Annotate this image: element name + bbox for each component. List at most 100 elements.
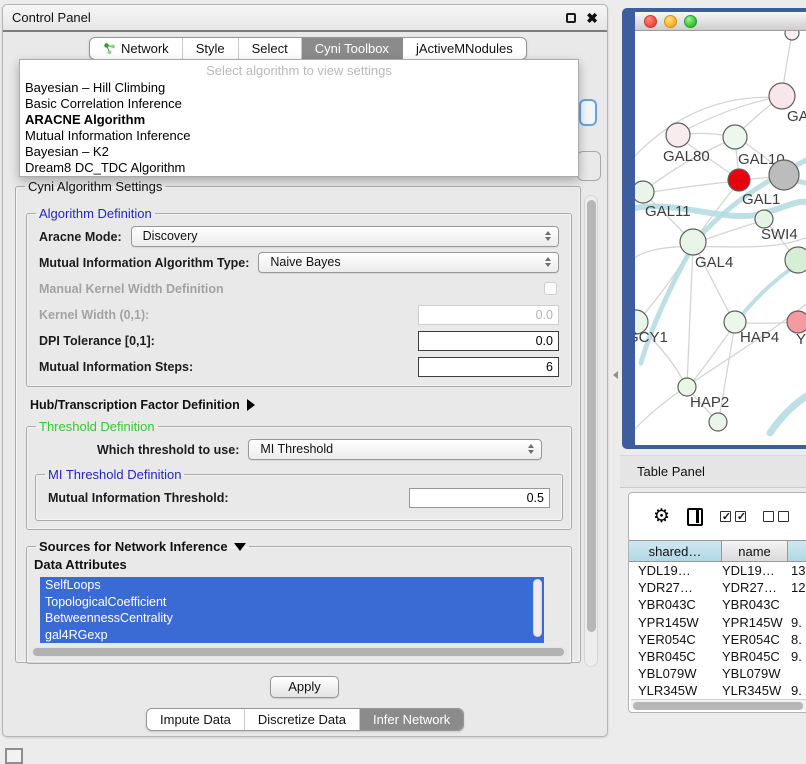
network-node-label: GAL1 xyxy=(742,191,780,208)
which-threshold-select[interactable]: MI Threshold xyxy=(248,439,542,460)
table-cell: 9. xyxy=(788,614,806,631)
network-node[interactable] xyxy=(709,413,727,431)
column-header-name[interactable]: name xyxy=(722,541,788,561)
control-panel-title: Control Panel xyxy=(12,10,91,25)
table-row[interactable]: YBR045CYBR045C9. xyxy=(629,648,806,665)
network-node-gal4[interactable] xyxy=(680,229,706,255)
network-window-titlebar xyxy=(635,12,806,31)
table-row[interactable]: YDL19…YDL19…13 xyxy=(629,562,806,579)
table-cell: YBR043C xyxy=(722,596,788,613)
network-node-label: GAL xyxy=(787,108,806,125)
dropdown-item[interactable]: Bayesian – K2 xyxy=(20,144,578,160)
tab-infer-network[interactable]: Infer Network xyxy=(360,709,463,730)
aracne-mode-label: Aracne Mode: xyxy=(39,230,122,244)
zoom-traffic-light-icon[interactable] xyxy=(684,15,697,28)
collapse-down-icon xyxy=(234,543,246,551)
tab-style[interactable]: Style xyxy=(183,38,239,59)
network-edge xyxy=(690,324,735,385)
cyni-algorithm-settings-group: Cyni Algorithm Settings Algorithm Defini… xyxy=(15,179,581,663)
tab-impute-data[interactable]: Impute Data xyxy=(147,709,245,730)
network-node-gal1[interactable] xyxy=(728,169,750,191)
attribute-list-item[interactable]: SelfLoops xyxy=(40,577,544,594)
minimize-traffic-light-icon[interactable] xyxy=(664,15,677,28)
table-cell: YDR27… xyxy=(722,579,788,596)
table-row[interactable]: YER054CYER054C8. xyxy=(629,631,806,648)
select-all-columns-icon[interactable] xyxy=(720,511,746,522)
network-node[interactable] xyxy=(785,247,806,273)
data-attributes-list[interactable]: SelfLoopsTopologicalCoefficientBetweenne… xyxy=(40,577,544,643)
attribute-list-item[interactable]: gal4RGexp xyxy=(40,627,544,644)
table-cell: 12 xyxy=(788,579,806,596)
settings-scrollbar[interactable] xyxy=(584,195,598,667)
attribute-list-item[interactable]: BetweennessCentrality xyxy=(40,610,544,627)
float-window-icon[interactable] xyxy=(566,13,576,23)
algorithm-definition-group: Algorithm Definition Aracne Mode: Discov… xyxy=(26,206,572,387)
dropdown-placeholder: Select algorithm to view settings xyxy=(20,60,578,80)
mi-steps-field[interactable]: 6 xyxy=(418,357,559,377)
tab-jactivemnodules[interactable]: jActiveMNodules xyxy=(403,38,526,59)
sources-group-title[interactable]: Sources for Network Inference xyxy=(36,539,249,554)
mi-threshold-label: Mutual Information Threshold: xyxy=(48,491,229,505)
dropdown-item[interactable]: Mutual Information Inference xyxy=(20,128,578,144)
control-panel-titlebar: Control Panel ✖ xyxy=(3,5,607,32)
table-row[interactable]: YPR145WYPR145W9. xyxy=(629,614,806,631)
aracne-mode-select[interactable]: Discovery xyxy=(131,226,559,247)
apply-button[interactable]: Apply xyxy=(270,676,339,698)
tab-label: Cyni Toolbox xyxy=(315,41,389,56)
network-node-y[interactable] xyxy=(787,311,806,333)
network-icon xyxy=(103,42,116,55)
dropdown-item[interactable]: Dream8 DC_TDC Algorithm xyxy=(20,160,578,176)
hub-definition-label: Hub/Transcription Factor Definition xyxy=(30,398,240,412)
network-node[interactable] xyxy=(769,160,799,190)
list-vertical-scrollbar[interactable] xyxy=(533,579,542,637)
table-row[interactable]: YBL079WYBL079W xyxy=(629,665,806,682)
sources-title-text: Sources for Network Inference xyxy=(39,539,228,554)
focused-combo-fragment xyxy=(579,99,597,126)
dpi-tolerance-field[interactable]: 0.0 xyxy=(418,331,559,351)
tab-select[interactable]: Select xyxy=(239,38,302,59)
mi-threshold-field[interactable]: 0.5 xyxy=(409,488,550,508)
stepper-arrows-icon xyxy=(528,444,534,454)
groupbox-fragment xyxy=(577,151,601,181)
tab-network[interactable]: Network xyxy=(90,38,183,59)
network-node-label: Y xyxy=(796,331,806,348)
dropdown-item[interactable]: Bayesian – Hill Climbing xyxy=(20,80,578,96)
hub-definition-toggle[interactable]: Hub/Transcription Factor Definition xyxy=(30,398,580,412)
tab-cyni-toolbox[interactable]: Cyni Toolbox xyxy=(302,38,403,59)
close-icon[interactable]: ✖ xyxy=(586,13,598,23)
table-horizontal-scrollbar[interactable] xyxy=(631,699,806,710)
mi-type-label: Mutual Information Algorithm Type: xyxy=(39,256,249,270)
manual-kernel-checkbox[interactable] xyxy=(544,282,557,295)
list-horizontal-scrollbar[interactable] xyxy=(32,647,568,657)
table-cell: 9. xyxy=(788,648,806,665)
table-cell: YPR145W xyxy=(722,614,788,631)
mi-type-value: Naive Bayes xyxy=(270,255,340,269)
mi-type-select[interactable]: Naive Bayes xyxy=(258,252,559,273)
gear-icon[interactable]: ⚙ xyxy=(653,507,670,526)
network-canvas[interactable]: GALGAL80GAL10GAL1GAL11SWI4GAL4GCY1HAP4YH… xyxy=(635,31,806,444)
column-header-partial[interactable] xyxy=(788,541,806,561)
table-cell: YLR345W xyxy=(722,682,788,699)
split-pane-handle-icon[interactable] xyxy=(613,371,618,379)
network-node[interactable] xyxy=(785,31,799,40)
column-browser-icon[interactable] xyxy=(687,508,703,526)
unselect-all-columns-icon[interactable] xyxy=(763,511,789,522)
dropdown-item[interactable]: Basic Correlation Inference xyxy=(20,96,578,112)
table-row[interactable]: YBR043CYBR043C xyxy=(629,596,806,613)
dropdown-item[interactable]: ARACNE Algorithm xyxy=(20,112,578,128)
cyni-algorithm-settings-title: Cyni Algorithm Settings xyxy=(25,179,165,194)
tab-discretize-data[interactable]: Discretize Data xyxy=(245,709,360,730)
table-cell: YDL19… xyxy=(629,562,722,579)
network-node-gal80[interactable] xyxy=(666,123,690,147)
column-header-shared-name[interactable]: shared… xyxy=(629,541,722,561)
table-row[interactable]: YDR27…YDR27…12 xyxy=(629,579,806,596)
network-node-label: HAP4 xyxy=(740,329,779,346)
close-traffic-light-icon[interactable] xyxy=(644,15,657,28)
network-node-gal11[interactable] xyxy=(635,181,654,203)
network-node-gal10[interactable] xyxy=(723,125,747,149)
attribute-list-item[interactable]: TopologicalCoefficient xyxy=(40,594,544,611)
table-row[interactable]: YLR345WYLR345W9. xyxy=(629,682,806,699)
mi-threshold-group-title: MI Threshold Definition xyxy=(45,467,184,482)
network-node-gal[interactable] xyxy=(769,83,795,109)
table-cell: YBL079W xyxy=(722,665,788,682)
